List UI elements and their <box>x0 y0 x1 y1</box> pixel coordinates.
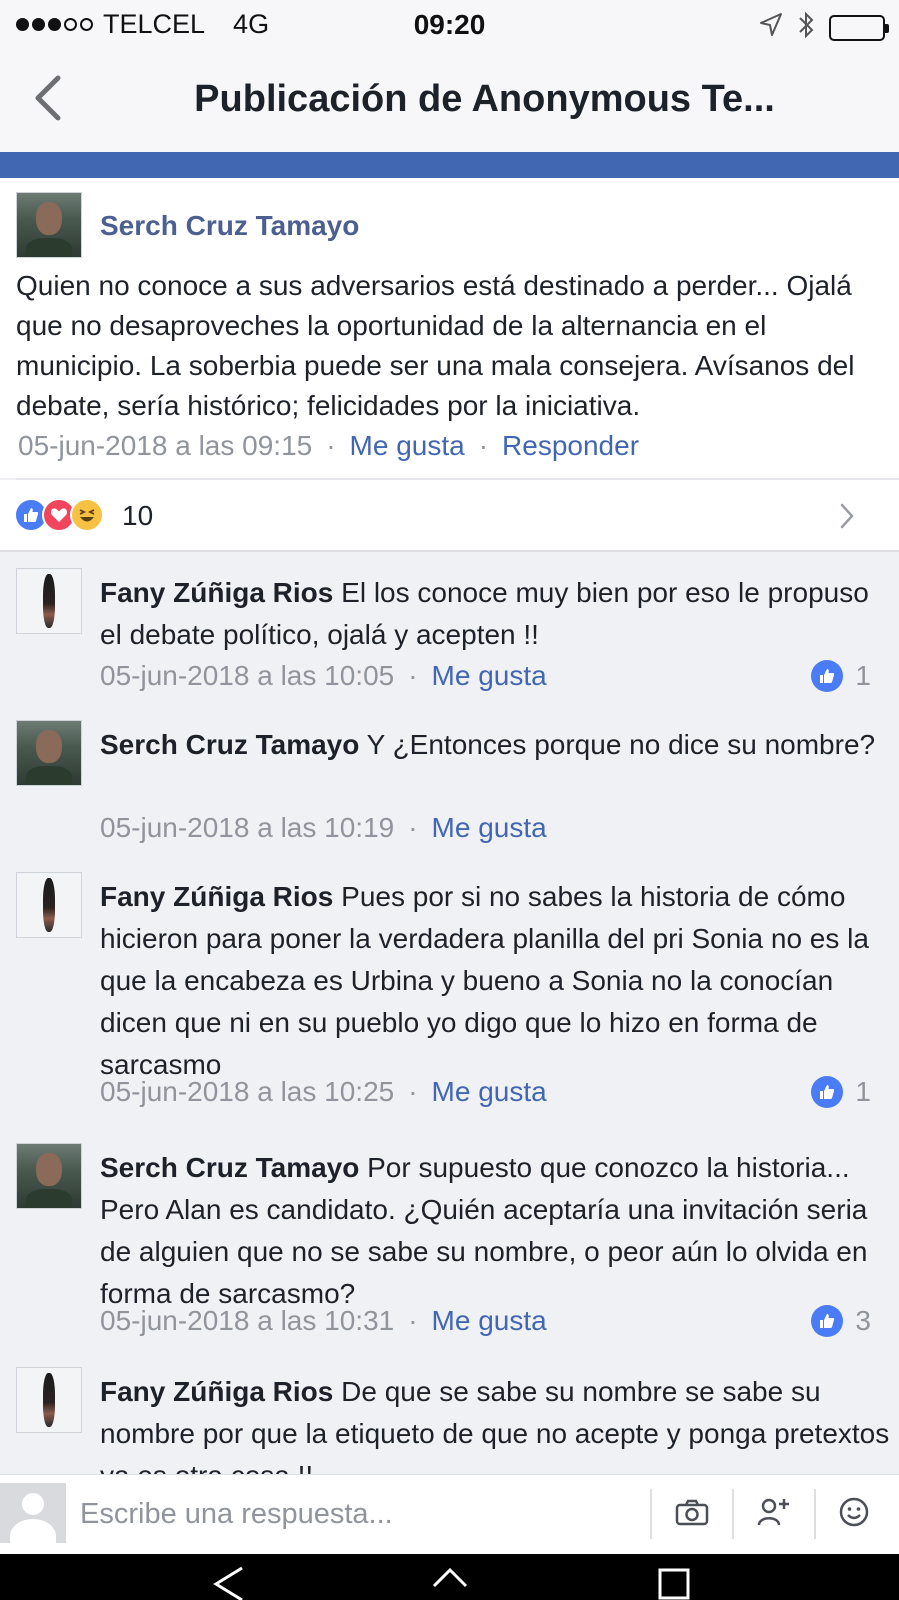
reply-input[interactable] <box>80 1491 640 1537</box>
user-avatar-placeholder <box>0 1483 66 1543</box>
reply-meta: 05-jun-2018 a las 10:25 · Me gusta <box>100 1076 547 1107</box>
avatar[interactable] <box>16 720 82 786</box>
avatar[interactable] <box>16 192 82 258</box>
reply-timestamp[interactable]: 05-jun-2018 a las 10:05 <box>100 660 394 691</box>
reply-text: Fany Zúñiga Rios Pues por si no sabes la… <box>100 881 869 1080</box>
reply-author[interactable]: Serch Cruz Tamayo <box>100 729 359 760</box>
reply-item: Fany Zúñiga Rios De que se sabe su nombr… <box>0 1367 899 1474</box>
reply-item: Fany Zúñiga Rios Pues por si no sabes la… <box>0 872 899 1112</box>
page-title: Publicación de Anonymous Te... <box>194 78 775 120</box>
comment-meta: 05-jun-2018 a las 09:15 · Me gusta · Respond… <box>18 430 640 461</box>
reply-meta: 05-jun-2018 a las 10:19 · Me gusta <box>100 812 547 843</box>
camera-icon <box>675 1498 709 1531</box>
avatar[interactable] <box>16 568 82 634</box>
like-icon <box>811 1076 844 1108</box>
chevron-left-icon <box>32 75 62 126</box>
camera-button[interactable] <box>667 1491 717 1537</box>
avatar[interactable] <box>16 1367 82 1433</box>
like-icon <box>811 660 844 692</box>
like-link[interactable]: Me gusta <box>350 430 465 461</box>
reply-meta: 05-jun-2018 a las 10:31 · Me gusta <box>100 1305 547 1336</box>
reply-timestamp[interactable]: 05-jun-2018 a las 10:19 <box>100 812 394 843</box>
comment-text: Quien no conoce a sus adversarios está d… <box>16 270 855 421</box>
reply-author[interactable]: Fany Zúñiga Rios <box>100 1376 333 1407</box>
reply-author[interactable]: Fany Zúñiga Rios <box>100 577 333 608</box>
emoji-button[interactable] <box>829 1491 879 1537</box>
like-icon <box>811 1305 844 1337</box>
reply-author[interactable]: Serch Cruz Tamayo <box>100 1152 359 1183</box>
divider <box>732 1489 734 1539</box>
system-navigation-bar <box>0 1554 899 1600</box>
like-link[interactable]: Me gusta <box>432 1076 547 1107</box>
reaction-icons <box>14 498 104 532</box>
like-link[interactable]: Me gusta <box>432 1305 547 1336</box>
tag-person-button[interactable] <box>749 1491 799 1537</box>
divider <box>650 1489 652 1539</box>
navigation-bar: Publicación de Anonymous Te... <box>0 50 899 152</box>
back-triangle-icon[interactable] <box>210 1564 250 1600</box>
avatar[interactable] <box>16 872 82 938</box>
comment-timestamp[interactable]: 05-jun-2018 a las 09:15 <box>18 430 312 461</box>
reply-text: Fany Zúñiga Rios El los conoce muy bien … <box>100 577 869 650</box>
reply-meta: 05-jun-2018 a las 10:05 · Me gusta <box>100 660 547 691</box>
reply-text: Serch Cruz Tamayo Por supuesto que conoz… <box>100 1152 868 1309</box>
comment-author[interactable]: Serch Cruz Tamayo <box>100 210 359 242</box>
avatar[interactable] <box>16 1143 82 1209</box>
like-link[interactable]: Me gusta <box>432 660 547 691</box>
main-comment: Serch Cruz Tamayo Quien no conoce a sus … <box>0 178 899 480</box>
bluetooth-icon <box>797 10 815 45</box>
like-count[interactable]: 3 <box>811 1305 871 1337</box>
reply-author[interactable]: Fany Zúñiga Rios <box>100 881 333 912</box>
chevron-right-icon[interactable] <box>839 502 855 535</box>
reaction-count: 10 <box>122 500 154 531</box>
emoji-icon <box>838 1496 870 1533</box>
reactions-row[interactable]: 10 <box>0 480 899 552</box>
battery-icon <box>829 14 889 41</box>
reply-composer <box>0 1474 899 1554</box>
like-count[interactable]: 1 <box>811 1076 871 1108</box>
reply-timestamp[interactable]: 05-jun-2018 a las 10:31 <box>100 1305 394 1336</box>
like-count[interactable]: 1 <box>811 660 871 692</box>
add-person-icon <box>757 1497 791 1532</box>
reply-link[interactable]: Responder <box>502 430 639 461</box>
divider <box>814 1489 816 1539</box>
reply-timestamp[interactable]: 05-jun-2018 a las 10:25 <box>100 1076 394 1107</box>
back-button[interactable] <box>22 72 72 128</box>
status-bar: TELCEL 4G 09:20 <box>0 0 899 50</box>
reply-item: Serch Cruz Tamayo Por supuesto que conoz… <box>0 1143 899 1343</box>
brand-bar <box>0 152 899 178</box>
home-icon[interactable] <box>430 1564 470 1600</box>
like-link[interactable]: Me gusta <box>432 812 547 843</box>
status-right <box>759 10 889 45</box>
reply-item: Fany Zúñiga Rios El los conoce muy bien … <box>0 568 899 708</box>
location-arrow-icon <box>759 12 783 43</box>
haha-reaction-icon <box>70 498 104 532</box>
reply-item: Serch Cruz Tamayo Y ¿Entonces porque no … <box>0 720 899 860</box>
reply-text: Serch Cruz Tamayo Y ¿Entonces porque no … <box>100 729 876 760</box>
recents-icon[interactable] <box>656 1564 692 1600</box>
reply-text: Fany Zúñiga Rios De que se sabe su nombr… <box>100 1376 890 1474</box>
